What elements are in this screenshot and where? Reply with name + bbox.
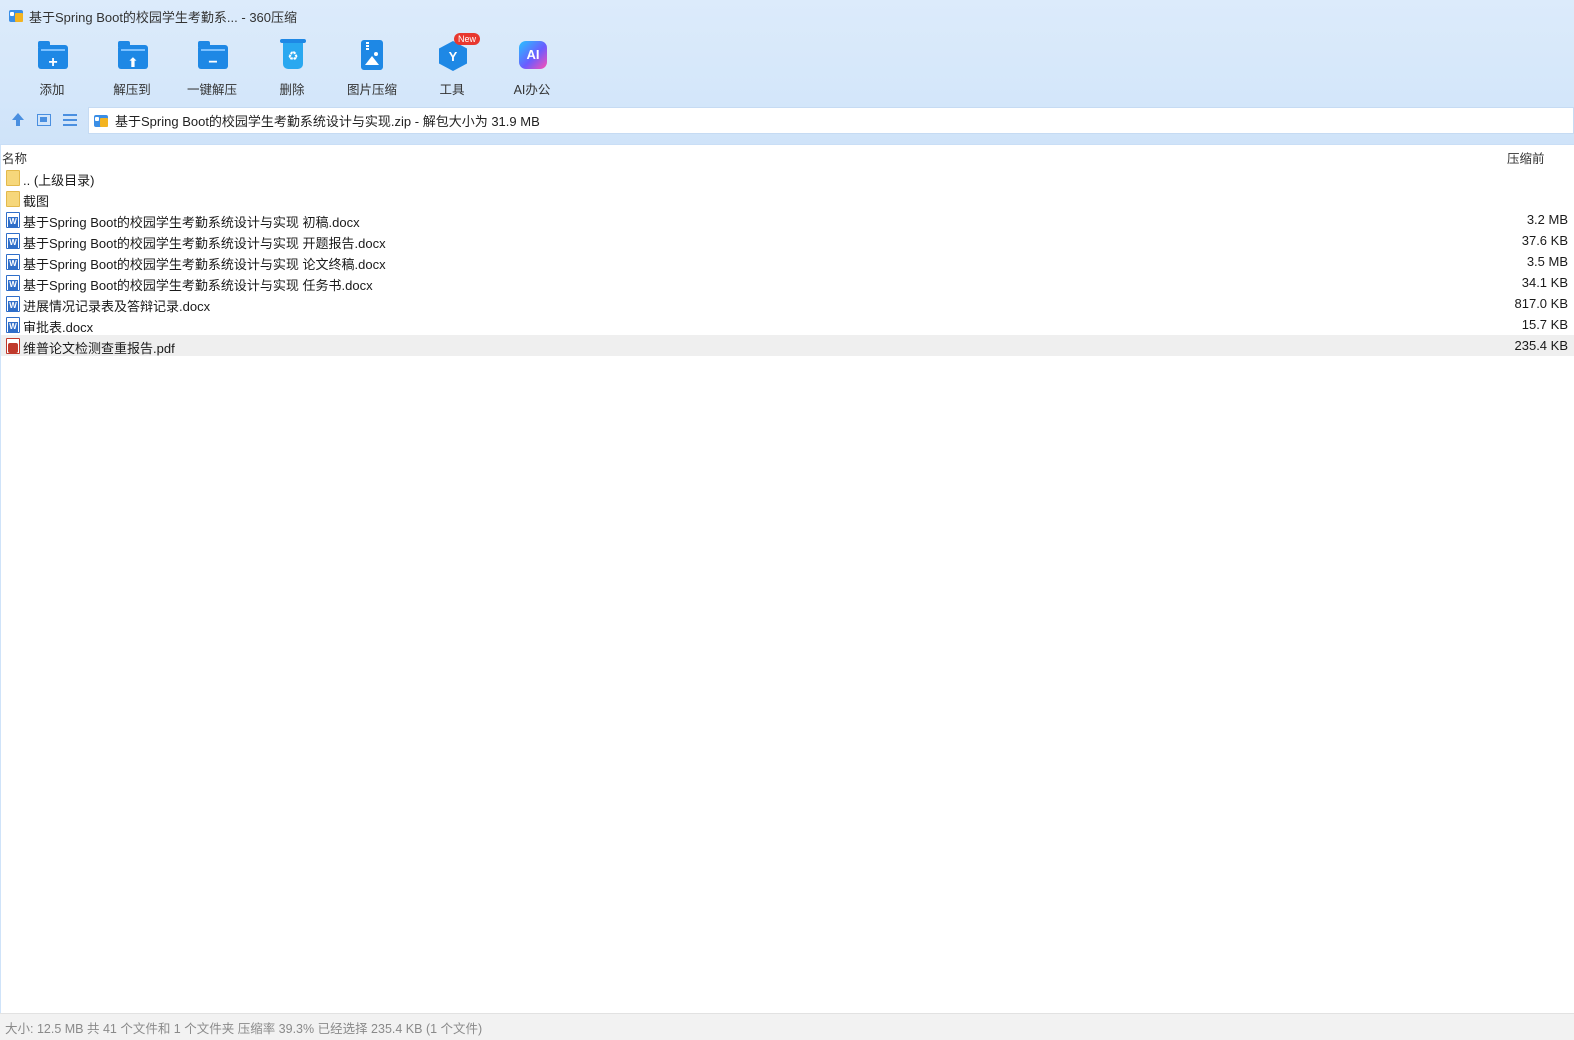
pdf-document-icon (6, 338, 20, 354)
extract-to-button[interactable]: ⬆ 解压到 (92, 36, 172, 98)
list-item[interactable]: 基于Spring Boot的校园学生考勤系统设计与实现 任务书.docx 34.… (0, 272, 1574, 293)
delete-label: 删除 (279, 83, 305, 97)
toolbar: + 添加 ⬆ 解压到 − 一键解压 ♻ 删除 图片压缩 Y New 工具 AI … (12, 33, 572, 98)
file-name: 维普论文检测查重报告.pdf (23, 341, 175, 356)
folder-icon (6, 170, 20, 186)
one-click-extract-label: 一键解压 (186, 83, 237, 97)
file-size: 817.0 KB (1514, 296, 1569, 311)
file-name: 基于Spring Boot的校园学生考勤系统设计与实现 论文终稿.docx (23, 257, 386, 272)
up-level-button[interactable] (9, 111, 27, 129)
tools-button[interactable]: Y New 工具 (412, 33, 492, 98)
window-title: 基于Spring Boot的校园学生考勤系... - 360压缩 (29, 9, 298, 25)
list-view-icon (63, 114, 77, 126)
image-compress-icon (355, 38, 389, 70)
add-button[interactable]: + 添加 (12, 36, 92, 98)
list-header: 名称 压缩前 (0, 145, 1574, 167)
archive-window: 基于Spring Boot的校园学生考勤系... - 360压缩 + 添加 ⬆ … (0, 0, 1574, 1040)
word-document-icon (6, 212, 20, 228)
file-name: 基于Spring Boot的校园学生考勤系统设计与实现 任务书.docx (23, 278, 373, 293)
ai-office-label: AI办公 (513, 83, 551, 97)
thumbnail-view-icon (37, 114, 51, 126)
file-list: .. (上级目录) 截图 基于Spring Boot的校园学生考勤系统设计与实现… (0, 167, 1574, 356)
file-size: 3.5 MB (1526, 254, 1568, 269)
file-size: 37.6 KB (1521, 233, 1568, 248)
list-item[interactable]: 基于Spring Boot的校园学生考勤系统设计与实现 开题报告.docx 37… (0, 230, 1574, 251)
ai-office-icon: AI (515, 38, 549, 69)
file-name: 审批表.docx (23, 320, 94, 335)
column-size-header[interactable]: 压缩前 (1507, 148, 1545, 167)
list-left-border (0, 145, 1, 1013)
file-size: 34.1 KB (1521, 275, 1568, 290)
address-path: 基于Spring Boot的校园学生考勤系统设计与实现.zip - 解包大小为 … (115, 114, 540, 129)
list-item[interactable]: 基于Spring Boot的校园学生考勤系统设计与实现 初稿.docx 3.2 … (0, 209, 1574, 230)
add-label: 添加 (39, 83, 65, 97)
tools-label: 工具 (439, 83, 465, 97)
file-size: 235.4 KB (1514, 338, 1569, 353)
word-document-icon (6, 296, 20, 312)
list-view-button[interactable] (61, 111, 79, 129)
file-name: 基于Spring Boot的校园学生考勤系统设计与实现 初稿.docx (23, 215, 360, 230)
thumbnail-view-button[interactable] (35, 111, 53, 129)
status-bar: 大小: 12.5 MB 共 41 个文件和 1 个文件夹 压缩率 39.3% 已… (0, 1013, 1574, 1040)
title-bar: 基于Spring Boot的校园学生考勤系... - 360压缩 (0, 0, 1574, 32)
image-compress-button[interactable]: 图片压缩 (332, 36, 412, 98)
ai-office-button[interactable]: AI AI办公 (492, 36, 572, 98)
file-name: 截图 (23, 194, 50, 209)
zip-file-icon (94, 113, 110, 129)
file-size: 15.7 KB (1521, 317, 1568, 332)
list-item[interactable]: 审批表.docx 15.7 KB (0, 314, 1574, 335)
extract-to-label: 解压到 (113, 83, 151, 97)
new-badge: New (454, 33, 481, 45)
word-document-icon (6, 233, 20, 249)
tools-icon: Y New (435, 33, 481, 71)
delete-bin-icon: ♻ (275, 38, 309, 69)
word-document-icon (6, 254, 20, 270)
extract-to-icon: ⬆ (115, 38, 149, 70)
address-bar[interactable]: 基于Spring Boot的校园学生考勤系统设计与实现.zip - 解包大小为 … (88, 107, 1574, 134)
list-item[interactable]: 进展情况记录表及答辩记录.docx 817.0 KB (0, 293, 1574, 314)
add-folder-icon: + (35, 38, 69, 71)
file-size: 3.2 MB (1526, 212, 1568, 227)
nav-buttons (9, 111, 79, 129)
file-name: .. (上级目录) (23, 173, 95, 188)
delete-button[interactable]: ♻ 删除 (252, 36, 332, 98)
list-item[interactable]: 基于Spring Boot的校园学生考勤系统设计与实现 论文终稿.docx 3.… (0, 251, 1574, 272)
archive-app-icon (9, 8, 25, 24)
file-name: 进展情况记录表及答辩记录.docx (23, 299, 211, 314)
folder-icon (6, 191, 20, 207)
one-click-extract-icon: − (195, 38, 229, 71)
list-item[interactable]: 截图 (0, 188, 1574, 209)
status-text: 大小: 12.5 MB 共 41 个文件和 1 个文件夹 压缩率 39.3% 已… (5, 1021, 483, 1036)
ai-glyph: AI (526, 47, 540, 62)
top-chrome: 基于Spring Boot的校园学生考勤系... - 360压缩 + 添加 ⬆ … (0, 0, 1574, 145)
word-document-icon (6, 317, 20, 333)
image-compress-label: 图片压缩 (346, 83, 397, 97)
word-document-icon (6, 275, 20, 291)
one-click-extract-button[interactable]: − 一键解压 (172, 36, 252, 98)
list-item[interactable]: .. (上级目录) (0, 167, 1574, 188)
column-name-header[interactable]: 名称 (2, 148, 27, 167)
file-name: 基于Spring Boot的校园学生考勤系统设计与实现 开题报告.docx (23, 236, 386, 251)
list-item-selected[interactable]: 维普论文检测查重报告.pdf 235.4 KB (0, 335, 1574, 356)
